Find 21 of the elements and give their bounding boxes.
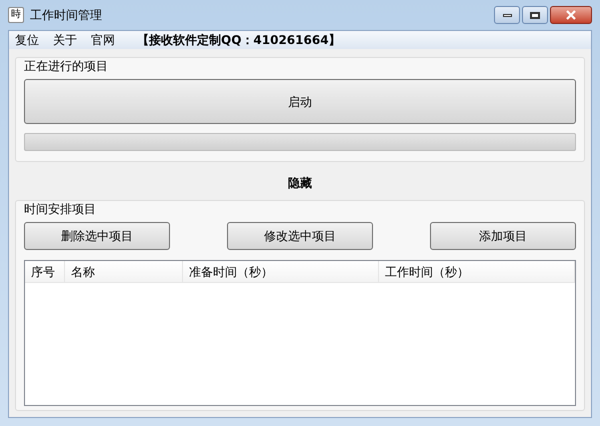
maximize-button[interactable]: [522, 6, 548, 24]
menu-item[interactable]: 复位: [15, 31, 39, 49]
column-header[interactable]: 名称: [65, 261, 183, 282]
contact-note: 【接收软件定制QQ：410261664】: [137, 32, 341, 49]
column-header[interactable]: 序号: [25, 261, 65, 282]
menu-item[interactable]: 关于: [53, 31, 77, 49]
close-button[interactable]: [550, 6, 592, 24]
window-title: 工作时间管理: [30, 7, 102, 24]
column-header[interactable]: 工作时间（秒）: [379, 261, 575, 282]
action-button[interactable]: 删除选中项目: [24, 222, 170, 250]
column-header[interactable]: 准备时间（秒）: [183, 261, 379, 282]
start-button[interactable]: 启动: [24, 79, 576, 124]
action-button[interactable]: 修改选中项目: [227, 222, 373, 250]
app-icon: 時: [8, 7, 24, 23]
action-button[interactable]: 添加项目: [430, 222, 576, 250]
minimize-button[interactable]: [494, 6, 520, 24]
hide-label[interactable]: 隐藏: [288, 174, 312, 192]
close-icon: [566, 10, 576, 20]
group-title: 正在进行的项目: [24, 58, 109, 75]
group-title: 时间安排项目: [24, 201, 97, 218]
menu-item[interactable]: 官网: [91, 31, 115, 49]
